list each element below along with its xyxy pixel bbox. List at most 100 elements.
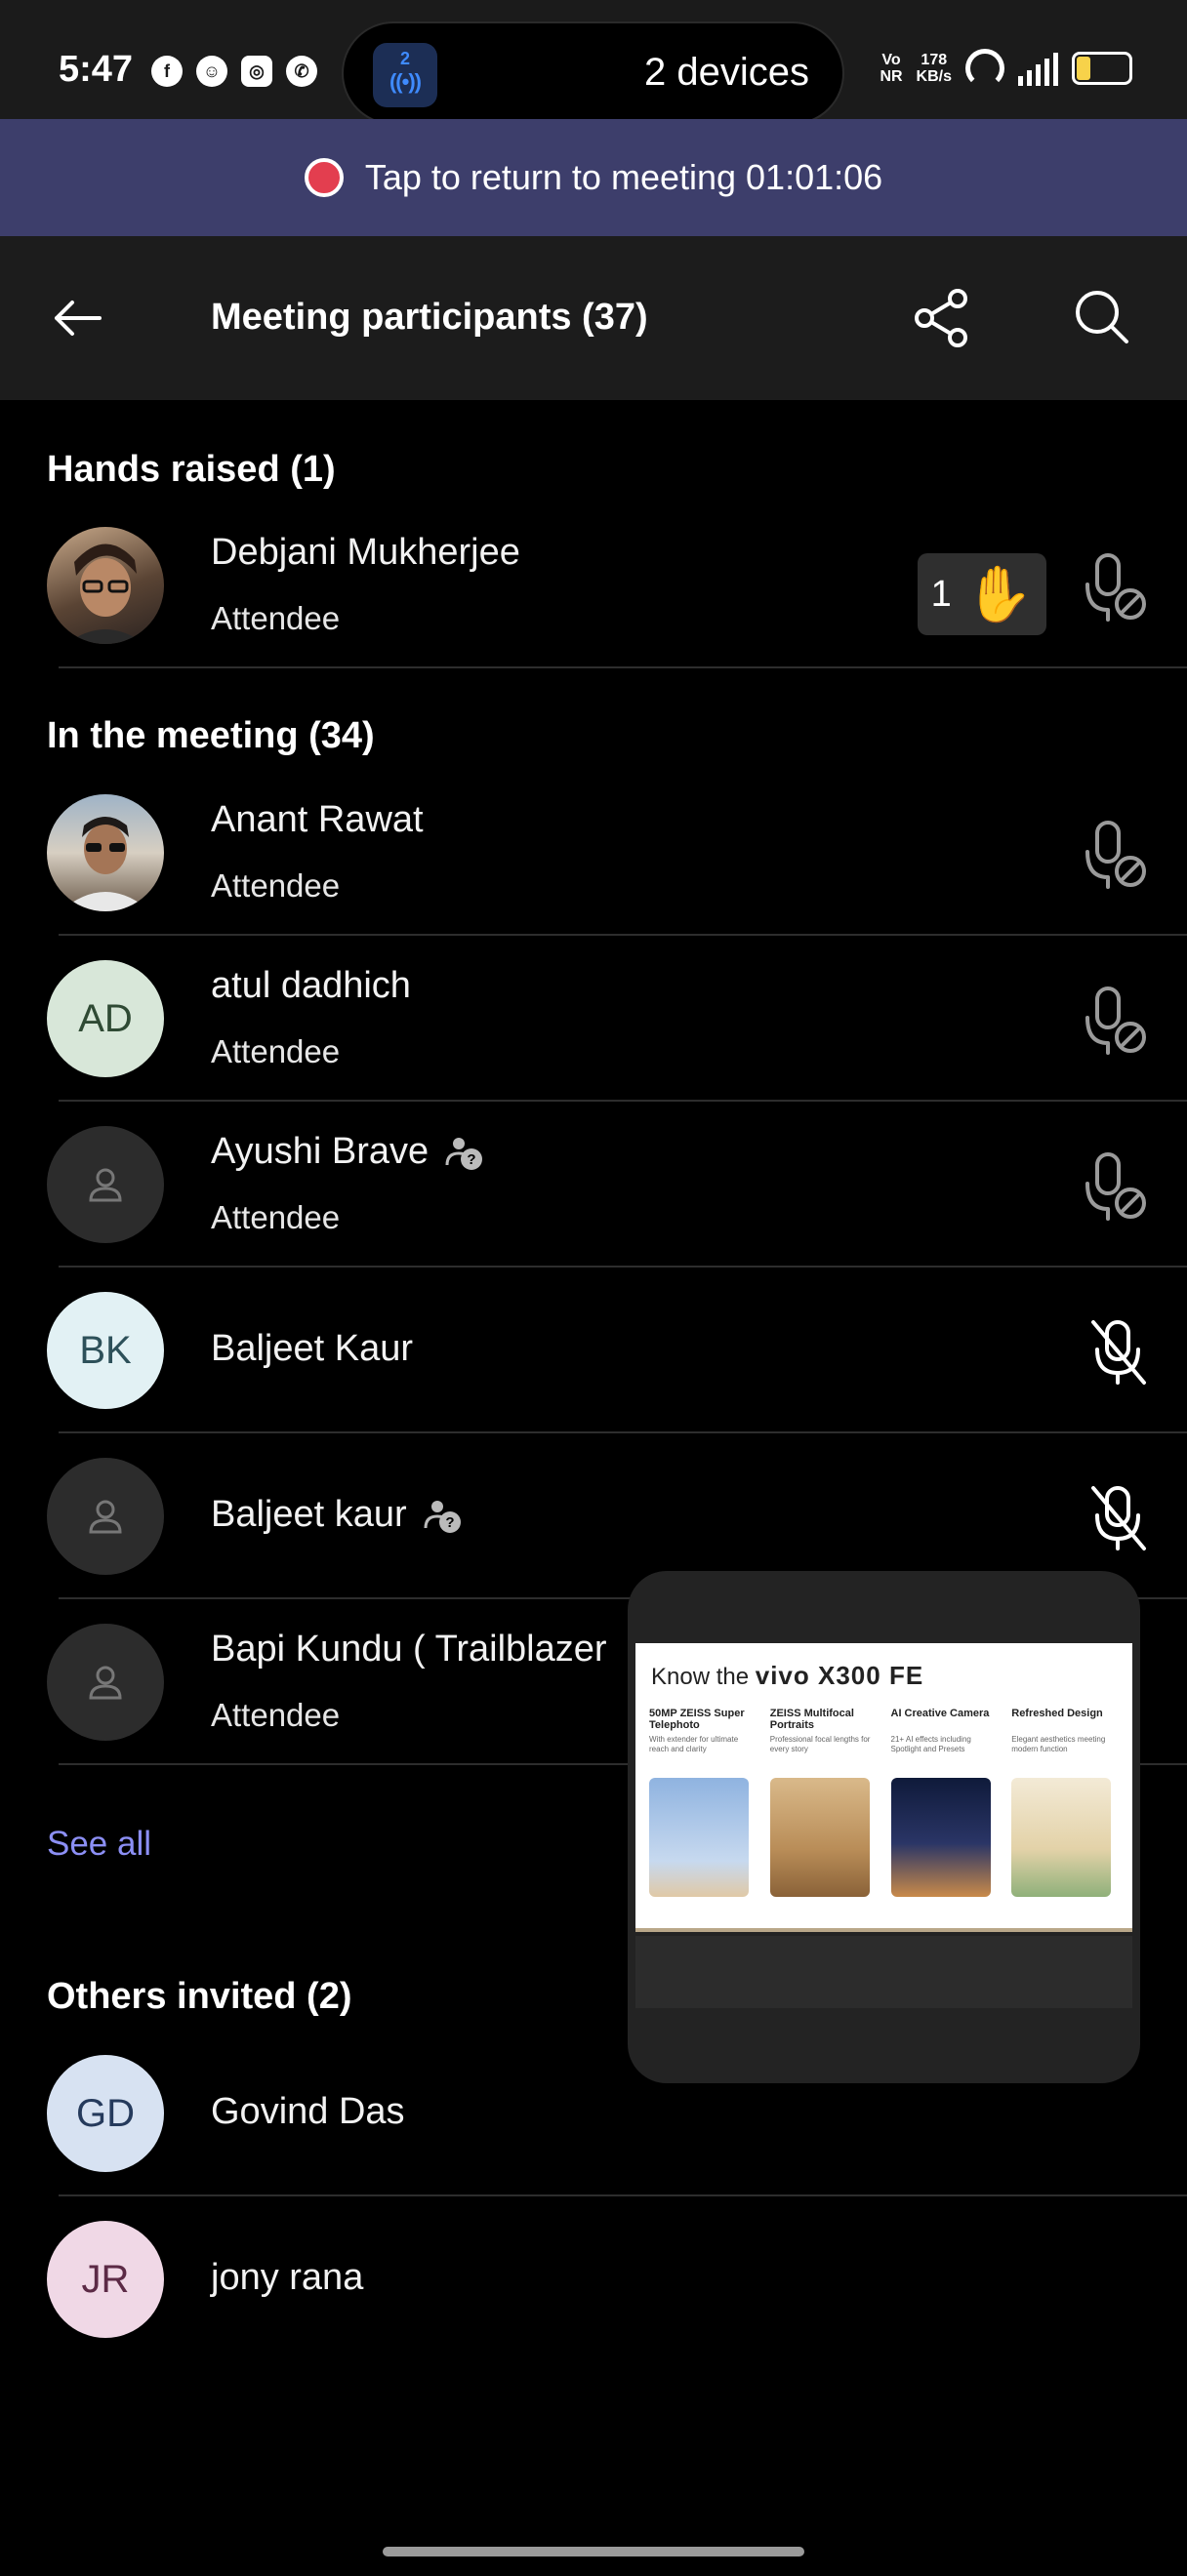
ad-title-prefix: Know the — [651, 1664, 750, 1690]
dynamic-island[interactable]: 2 ((•)) 2 devices — [342, 21, 844, 125]
search-button[interactable] — [1064, 279, 1142, 357]
participant-row[interactable]: Ayushi Brave ? Attendee — [0, 1102, 1187, 1268]
share-button[interactable] — [903, 279, 981, 357]
participant-role: Attendee — [211, 1697, 341, 1733]
avatar: BK — [47, 1292, 164, 1409]
mic-disabled-icon — [1085, 553, 1146, 622]
whatsapp-icon: ✆ — [286, 56, 317, 87]
ad-feature: 50MP ZEISS Super Telephoto With extender… — [649, 1708, 757, 1897]
avatar: JR — [47, 2221, 164, 2338]
app-header: Meeting participants (37) — [0, 236, 1187, 400]
ad-feature-desc: 21+ AI effects including Spotlight and P… — [890, 1735, 971, 1753]
participant-name-text: Ayushi Brave — [211, 1131, 430, 1172]
raised-hand-badge: 1 ✋ — [918, 553, 1046, 635]
ad-feature-title: Refreshed Design — [1011, 1708, 1103, 1719]
snapchat-icon: ☺ — [196, 56, 227, 87]
ad-feature-desc: Elegant aesthetics meeting modern functi… — [1011, 1735, 1106, 1753]
participant-name: Bapi Kundu ( Trailblazer — [211, 1629, 607, 1670]
status-bar: 5:47 f ☺ ◎ ✆ 2 ((•)) 2 devices Vo NR 178… — [0, 0, 1187, 125]
share-icon — [915, 289, 967, 347]
ad-title: Know the vivo X300 FE — [651, 1661, 923, 1691]
participant-name-text: Baljeet kaur — [211, 1494, 407, 1535]
ad-image — [890, 1778, 991, 1897]
floating-ad-card[interactable]: Know the vivo X300 FE 50MP ZEISS Super T… — [628, 1571, 1140, 2083]
notification-icons: f ☺ ◎ ✆ — [151, 56, 317, 87]
row-divider — [59, 666, 1187, 668]
system-indicators: Vo NR 178 KB/s — [880, 49, 1132, 88]
participant-row[interactable]: JR jony rana — [0, 2196, 1187, 2362]
section-title-hands-raised: Hands raised (1) — [47, 449, 336, 490]
ad-image — [769, 1778, 870, 1897]
avatar: GD — [47, 2055, 164, 2172]
search-icon — [1076, 291, 1128, 343]
participant-name: jony rana — [211, 2257, 364, 2298]
ad-title-brand: vivo X300 FE — [755, 1661, 924, 1690]
battery-icon — [1072, 52, 1132, 85]
ad-feature-desc: Professional focal lengths for every sto… — [769, 1735, 871, 1753]
svg-text:?: ? — [468, 1151, 476, 1168]
person-icon — [89, 1500, 122, 1534]
avatar — [47, 527, 164, 644]
ad-feature: Refreshed Design Elegant aesthetics meet… — [1011, 1708, 1119, 1897]
page-title: Meeting participants (37) — [211, 297, 648, 338]
back-button[interactable] — [39, 279, 117, 357]
guest-icon: ? — [445, 1137, 483, 1170]
svg-text:?: ? — [445, 1514, 454, 1531]
hand-count: 1 — [930, 573, 952, 615]
participant-name: Anant Rawat — [211, 799, 424, 840]
participant-row[interactable]: Debjani Mukherjee Attendee 1 ✋ — [0, 503, 1187, 668]
ad-feature-title: AI Creative Camera — [890, 1708, 990, 1719]
signal-icon — [1018, 51, 1058, 86]
participant-row[interactable]: Anant Rawat Attendee — [0, 770, 1187, 936]
return-to-meeting-banner[interactable]: Tap to return to meeting 01:01:06 — [0, 119, 1187, 236]
ad-feature: ZEISS Multifocal Portraits Professional … — [769, 1708, 878, 1897]
participant-role: Attendee — [211, 600, 341, 636]
person-icon — [89, 1666, 122, 1700]
status-time: 5:47 — [59, 49, 134, 90]
section-title-others-invited: Others invited (2) — [47, 1976, 352, 2017]
avatar — [47, 794, 164, 911]
mic-muted-icon — [1091, 1320, 1146, 1385]
instagram-icon: ◎ — [241, 56, 272, 87]
facebook-icon: f — [151, 56, 183, 87]
participant-name: Baljeet kaur ? — [211, 1494, 464, 1536]
participant-name: Debjani Mukherjee — [211, 532, 520, 573]
participant-name: Ayushi Brave ? — [211, 1131, 485, 1173]
section-title-in-meeting: In the meeting (34) — [47, 715, 375, 756]
ad-features: 50MP ZEISS Super Telephoto With extender… — [649, 1708, 1119, 1897]
ad-feature-title: 50MP ZEISS Super Telephoto — [649, 1708, 745, 1731]
ad-image — [649, 1778, 749, 1897]
mic-disabled-icon — [1085, 986, 1146, 1055]
photo-avatar — [61, 817, 150, 911]
participant-role: Attendee — [211, 867, 341, 904]
ad-feature-title: ZEISS Multifocal Portraits — [769, 1708, 854, 1731]
guest-icon: ? — [424, 1500, 461, 1533]
mic-muted-icon — [1091, 1486, 1146, 1550]
ad-feature-desc: With extender for ultimate reach and cla… — [649, 1735, 739, 1753]
ad-banner[interactable]: Know the vivo X300 FE 50MP ZEISS Super T… — [635, 1643, 1132, 1932]
participant-role: Attendee — [211, 1033, 341, 1069]
participant-row[interactable]: BK Baljeet Kaur — [0, 1268, 1187, 1433]
avatar: AD — [47, 960, 164, 1077]
photo-avatar — [66, 543, 144, 644]
island-text: 2 devices — [644, 51, 809, 94]
ad-feature: AI Creative Camera 21+ AI effects includ… — [890, 1708, 999, 1897]
raised-hand-icon: ✋ — [964, 563, 1034, 624]
avatar — [47, 1624, 164, 1741]
avatar — [47, 1126, 164, 1243]
person-icon — [89, 1168, 122, 1202]
network-speed: 178 KB/s — [916, 52, 952, 85]
participant-name: Baljeet Kaur — [211, 1328, 414, 1369]
ad-image — [1011, 1778, 1112, 1897]
participant-name: atul dadhich — [211, 965, 411, 1006]
volte-indicator: Vo NR — [880, 52, 903, 85]
participant-role: Attendee — [211, 1199, 341, 1235]
ad-footer — [635, 1936, 1132, 2008]
participant-row[interactable]: AD atul dadhich Attendee — [0, 936, 1187, 1102]
home-indicator[interactable] — [383, 2547, 804, 2556]
see-all-link[interactable]: See all — [47, 1825, 151, 1864]
mic-disabled-icon — [1085, 821, 1146, 889]
mic-disabled-icon — [1085, 1152, 1146, 1221]
recording-dot-icon — [304, 158, 344, 197]
broadcast-icon: 2 ((•)) — [373, 43, 437, 107]
